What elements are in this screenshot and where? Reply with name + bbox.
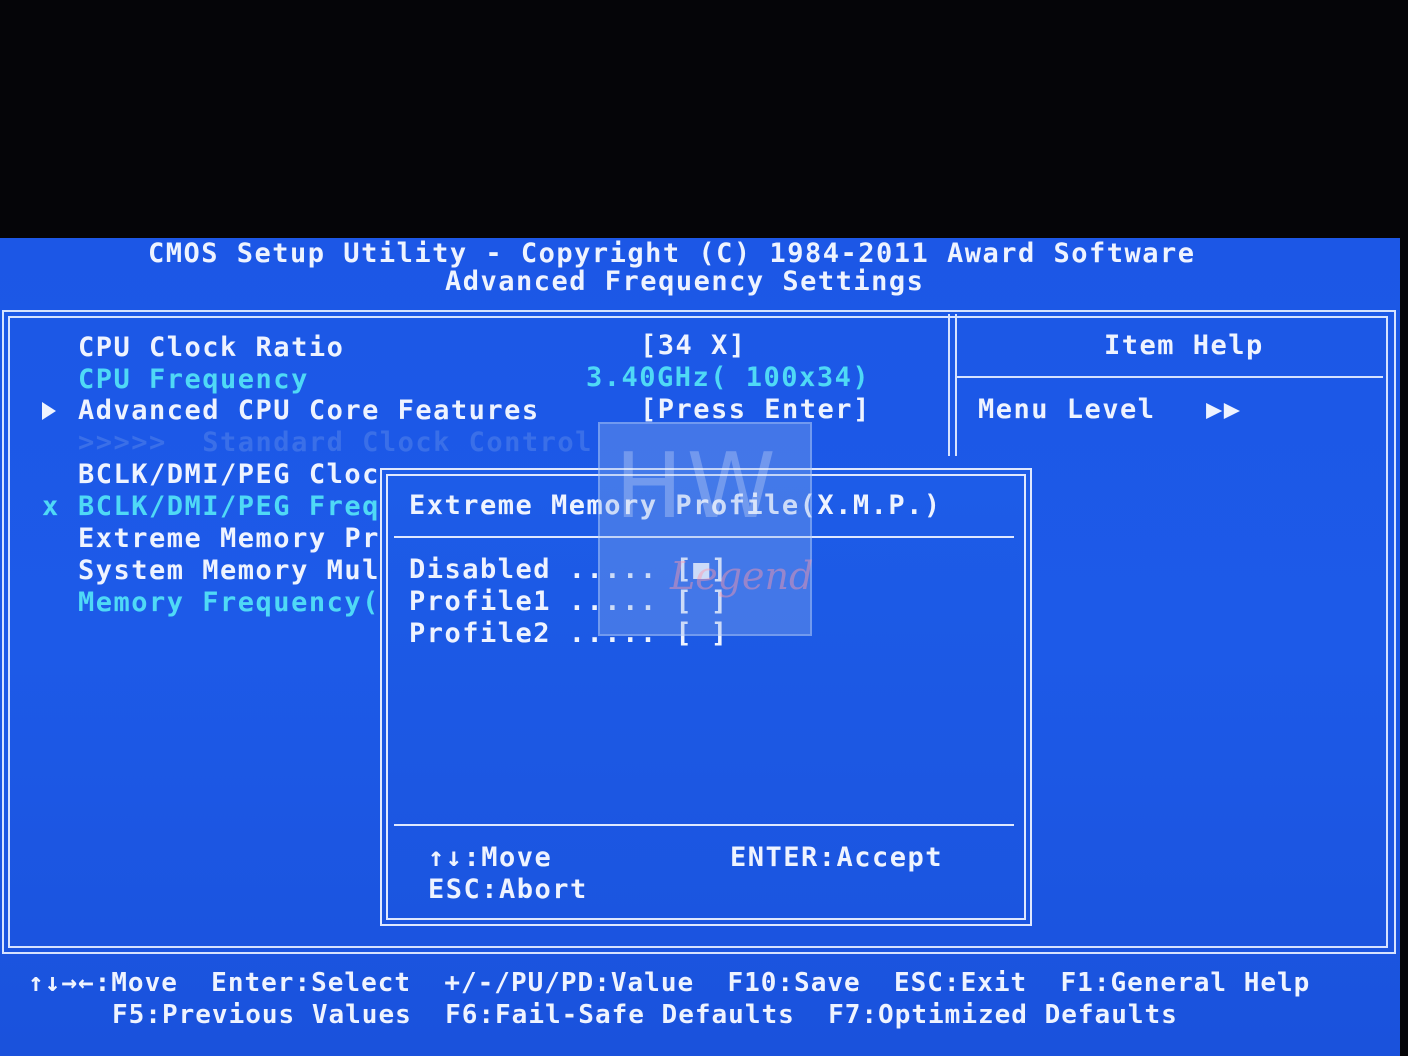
cpu-frequency-value: 3.40GHz( 100x34) [586,362,871,393]
advanced-cpu-value[interactable]: [Press Enter] [640,394,871,425]
menu-level-icon: ▶▶ [1206,394,1242,425]
section-standard-clock-control: >>>>> Standard Clock Control [78,427,593,458]
watermark-legend-text: Legend [670,554,814,598]
submenu-pointer-icon [42,402,56,420]
item-help-title: Item Help [1104,330,1264,361]
popup-hint-move: ↑↓:Move [428,842,553,873]
menu-item-cpu-clock-ratio[interactable]: CPU Clock Ratio [78,332,344,363]
header-title: CMOS Setup Utility - Copyright (C) 1984-… [148,238,1196,269]
popup-footer-divider [394,824,1014,826]
watermark-logo: HW Legend [598,422,814,636]
menu-item-system-memory-multiplier[interactable]: System Memory Mul [78,555,380,586]
cpu-clock-ratio-value[interactable]: [34 X] [640,330,747,361]
bios-screen: CMOS Setup Utility - Copyright (C) 1984-… [0,238,1400,1056]
help-divider-inner [955,314,957,456]
menu-item-bclk-dmi-peg-clock[interactable]: BCLK/DMI/PEG Cloc [78,459,380,490]
menu-item-cpu-frequency: CPU Frequency [78,364,309,395]
footer-keys-line2: F5:Previous Values F6:Fail-Safe Defaults… [112,1000,1178,1030]
help-title-divider [955,376,1383,378]
menu-level-label: Menu Level [978,394,1156,425]
watermark-hw-text: HW [615,434,780,539]
menu-item-bclk-dmi-peg-freq: BCLK/DMI/PEG Freq [78,491,380,522]
page-title: Advanced Frequency Settings [445,266,925,297]
help-divider [948,314,950,456]
footer-keys-line1: ↑↓→←:Move Enter:Select +/-/PU/PD:Value F… [28,968,1311,998]
menu-item-memory-frequency: Memory Frequency( [78,587,380,618]
popup-hint-abort: ESC:Abort [428,874,588,905]
popup-hint-accept: ENTER:Accept [730,842,944,873]
locked-marker: x [42,491,60,522]
menu-item-advanced-cpu-core-features[interactable]: Advanced CPU Core Features [78,395,540,426]
menu-item-extreme-memory-profile[interactable]: Extreme Memory Pr [78,523,380,554]
